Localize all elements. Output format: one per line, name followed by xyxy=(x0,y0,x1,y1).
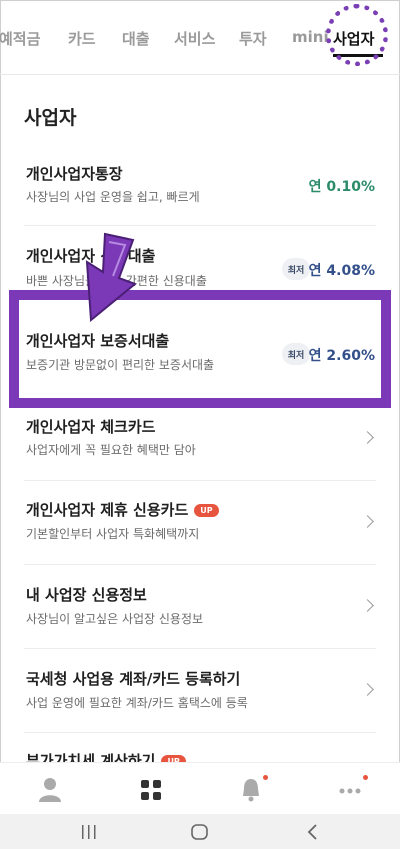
person-icon[interactable] xyxy=(35,775,65,805)
tab-service[interactable]: 서비스 xyxy=(174,28,215,49)
item-rate: 연 2.60% xyxy=(308,348,375,364)
category-tabs: 예적금 카드 대출 서비스 투자 mini 사업자 xyxy=(0,0,400,74)
chevron-right-icon xyxy=(361,683,374,696)
item-title: 국세청 사업용 계좌/카드 등록하기 xyxy=(26,670,241,688)
divider xyxy=(24,480,376,481)
section-title: 사업자 xyxy=(24,107,77,129)
list-item-guarantee-loan[interactable]: 개인사업자 보증서대출 보증기관 방문없이 편리한 보증서대출 최저 연 2.6… xyxy=(0,330,400,386)
list-item-nts-registration[interactable]: 국세청 사업용 계좌/카드 등록하기 사업 운영에 필요한 계좌/카드 홈택스에… xyxy=(0,666,400,732)
item-title: 개인사업자 제휴 신용카드 UP xyxy=(26,499,219,520)
tab-loan[interactable]: 대출 xyxy=(122,28,150,49)
tab-invest[interactable]: 투자 xyxy=(239,28,267,49)
system-nav-bar xyxy=(0,814,400,849)
item-rate: 연 0.10% xyxy=(308,179,375,195)
grid-icon[interactable] xyxy=(136,775,166,805)
tab-mini[interactable]: mini xyxy=(292,28,329,46)
list-item-credit-info[interactable]: 내 사업장 신용정보 사장님이 알고싶은 사업장 신용정보 xyxy=(0,582,400,648)
bottom-nav xyxy=(0,762,400,815)
list-item-credit-card[interactable]: 개인사업자 제휴 신용카드 UP 기본할인부터 사업자 특화혜택까지 xyxy=(0,497,400,563)
recent-apps-icon[interactable] xyxy=(80,824,98,840)
item-title: 개인사업자 보증서대출 xyxy=(26,332,170,350)
lowest-badge: 최저 xyxy=(282,343,310,365)
lowest-badge: 최저 xyxy=(282,258,310,280)
item-title-text: 개인사업자 제휴 신용카드 xyxy=(26,501,189,519)
list-item-business-account[interactable]: 개인사업자통장 사장님의 사업 운영을 쉽고, 빠르게 연 0.10% xyxy=(0,160,400,224)
chevron-right-icon xyxy=(361,515,374,528)
list-item-check-card[interactable]: 개인사업자 체크카드 사업자에게 꼭 필요한 혜택만 담아 xyxy=(0,414,400,480)
up-badge: UP xyxy=(194,504,219,517)
item-rate: 연 4.08% xyxy=(308,263,375,279)
item-subtitle: 사업자에게 꼭 필요한 혜택만 담아 xyxy=(26,443,196,457)
highlight-circle xyxy=(326,4,388,66)
chevron-right-icon xyxy=(361,599,374,612)
divider xyxy=(24,564,376,565)
item-title: 개인사업자통장 xyxy=(26,165,123,183)
item-title: 개인사업자 체크카드 xyxy=(26,418,156,436)
notification-dot xyxy=(363,775,368,780)
back-icon[interactable] xyxy=(306,823,320,841)
tabs-divider xyxy=(0,74,400,75)
item-title: 내 사업장 신용정보 xyxy=(26,586,147,604)
more-icon[interactable] xyxy=(336,775,368,805)
bell-icon[interactable] xyxy=(236,775,268,805)
divider xyxy=(24,732,376,733)
tab-savings[interactable]: 예적금 xyxy=(0,28,40,49)
item-subtitle: 보증기관 방문없이 편리한 보증서대출 xyxy=(26,358,215,372)
pointer-arrow-icon xyxy=(85,232,137,322)
home-icon[interactable] xyxy=(190,823,210,841)
notification-dot xyxy=(263,775,268,780)
item-subtitle: 기본할인부터 사업자 특화혜택까지 xyxy=(26,527,200,541)
item-subtitle: 사장님의 사업 운영을 쉽고, 빠르게 xyxy=(26,190,200,204)
tab-card[interactable]: 카드 xyxy=(68,28,96,49)
item-subtitle: 사장님이 알고싶은 사업장 신용정보 xyxy=(26,612,204,626)
chevron-right-icon xyxy=(361,431,374,444)
divider xyxy=(24,648,376,649)
item-subtitle: 사업 운영에 필요한 계좌/카드 홈택스에 등록 xyxy=(26,696,248,710)
divider xyxy=(24,225,376,226)
